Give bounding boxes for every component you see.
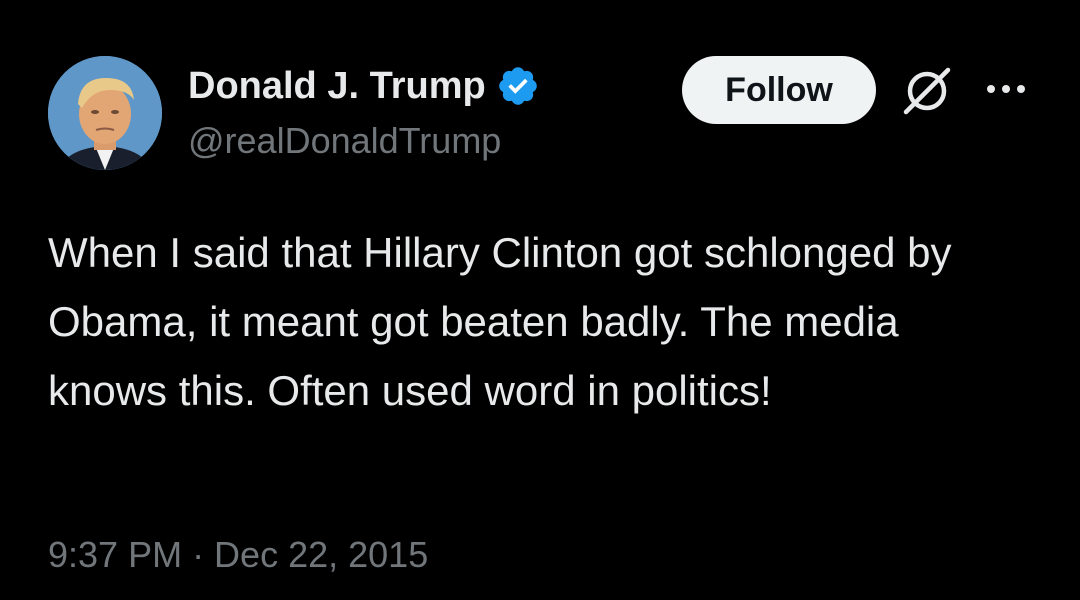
- profile-photo-icon: [48, 56, 162, 170]
- author-name-row: Donald J. Trump: [188, 62, 540, 110]
- tweet-timestamp[interactable]: 9:37 PM · Dec 22, 2015: [48, 530, 428, 580]
- author-handle[interactable]: @realDonaldTrump: [188, 118, 501, 164]
- author-display-name[interactable]: Donald J. Trump: [188, 62, 486, 110]
- grok-icon[interactable]: [898, 62, 956, 120]
- follow-button[interactable]: Follow: [682, 56, 876, 124]
- verified-badge-icon: [496, 64, 540, 108]
- tweet-text: When I said that Hillary Clinton got sch…: [48, 229, 952, 414]
- avatar[interactable]: [48, 56, 162, 170]
- more-dots-icon[interactable]: [982, 74, 1030, 104]
- tweet-card: Donald J. Trump @realDonaldTrump Follow …: [0, 0, 1080, 600]
